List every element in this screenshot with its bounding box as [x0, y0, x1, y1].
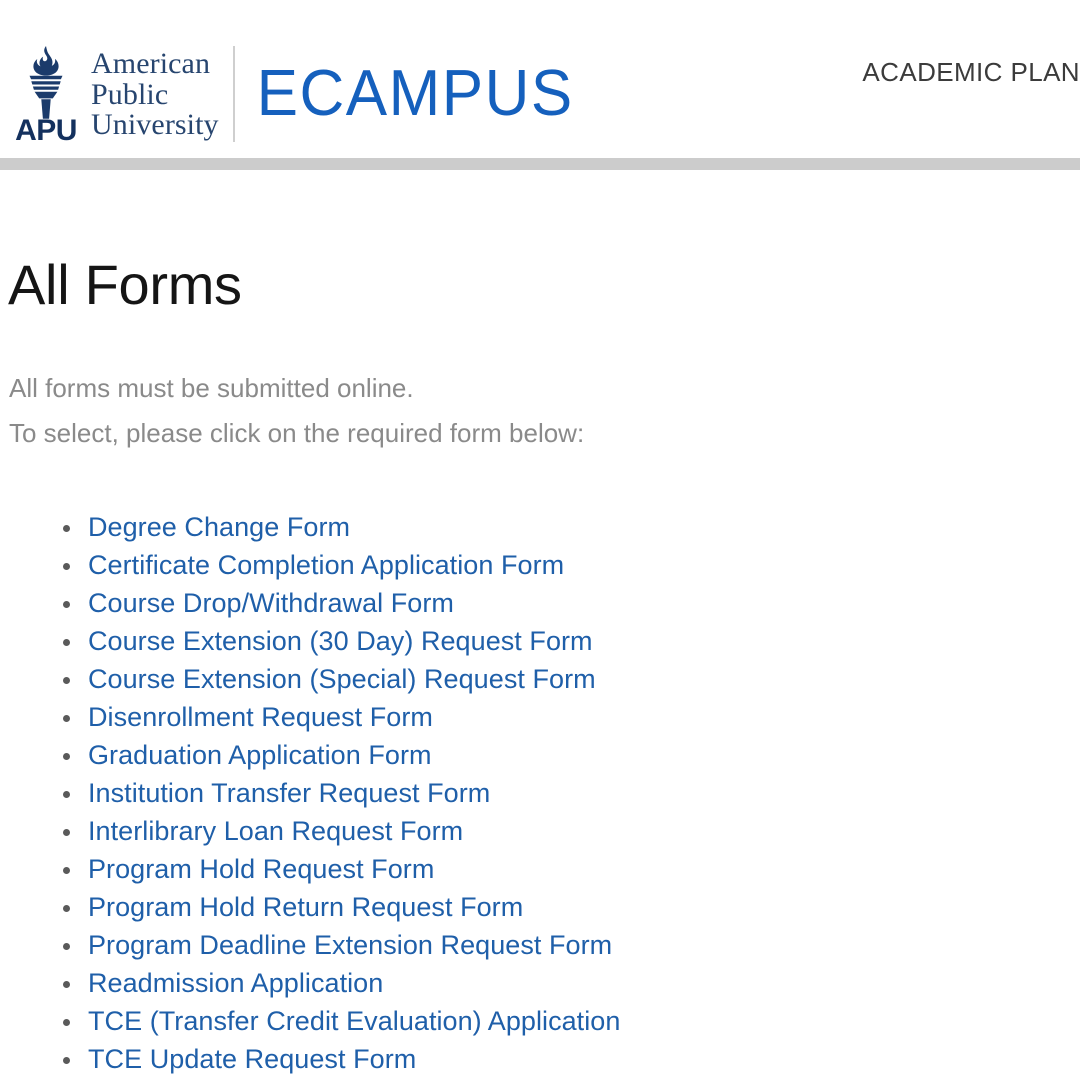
university-name: American Public University: [91, 47, 219, 142]
form-link[interactable]: Program Hold Request Form: [88, 854, 434, 884]
intro-line-1: All forms must be submitted online.: [9, 373, 414, 403]
university-name-line2: Public: [91, 77, 169, 111]
form-link[interactable]: Interlibrary Loan Request Form: [88, 816, 463, 846]
ecampus-wordmark[interactable]: ECAMPUS: [257, 61, 574, 126]
form-link[interactable]: Disenrollment Request Form: [88, 702, 433, 732]
torch-icon: [10, 44, 82, 120]
form-link[interactable]: Readmission Application: [88, 968, 383, 998]
form-link[interactable]: Program Hold Return Request Form: [88, 892, 523, 922]
site-header: APU American Public University ECAMPUS A…: [0, 0, 1080, 158]
list-item[interactable]: Program Hold Return Request Form: [62, 888, 620, 926]
list-item[interactable]: Program Deadline Extension Request Form: [62, 926, 620, 964]
list-item[interactable]: TCE Update Request Form: [62, 1040, 620, 1078]
list-item[interactable]: Certificate Completion Application Form: [62, 546, 620, 584]
form-link[interactable]: Course Drop/Withdrawal Form: [88, 588, 454, 618]
list-item[interactable]: TCE (Transfer Credit Evaluation) Applica…: [62, 1002, 620, 1040]
form-link[interactable]: Course Extension (Special) Request Form: [88, 664, 596, 694]
list-item[interactable]: Interlibrary Loan Request Form: [62, 812, 620, 850]
form-link[interactable]: Graduation Application Form: [88, 740, 432, 770]
brand-divider: [232, 46, 235, 142]
apu-logo[interactable]: APU: [10, 44, 82, 147]
page-title: All Forms: [8, 253, 242, 316]
list-item[interactable]: Readmission Application: [62, 964, 620, 1002]
academic-plan-label[interactable]: ACADEMIC PLAN: [862, 57, 1080, 88]
form-link[interactable]: TCE (Transfer Credit Evaluation) Applica…: [88, 1006, 620, 1036]
header-rule: [0, 158, 1080, 170]
form-link[interactable]: Program Deadline Extension Request Form: [88, 930, 612, 960]
form-link[interactable]: Institution Transfer Request Form: [88, 778, 490, 808]
list-item[interactable]: Degree Change Form: [62, 508, 620, 546]
form-link[interactable]: Course Extension (30 Day) Request Form: [88, 626, 593, 656]
list-item[interactable]: Course Extension (Special) Request Form: [62, 660, 620, 698]
form-link[interactable]: TCE Update Request Form: [88, 1044, 416, 1074]
list-item[interactable]: Disenrollment Request Form: [62, 698, 620, 736]
intro-line-2: To select, please click on the required …: [9, 418, 585, 448]
form-link[interactable]: Certificate Completion Application Form: [88, 550, 564, 580]
apu-wordmark: APU: [15, 114, 77, 147]
brand-lockup[interactable]: APU American Public University ECAMPUS: [10, 42, 574, 146]
page-root: APU American Public University ECAMPUS A…: [0, 0, 1080, 1080]
list-item[interactable]: Graduation Application Form: [62, 736, 620, 774]
forms-list: Degree Change Form Certificate Completio…: [0, 508, 620, 1078]
form-link[interactable]: Degree Change Form: [88, 512, 350, 542]
university-name-line1: American: [91, 46, 211, 80]
intro-text: All forms must be submitted online. To s…: [9, 366, 584, 456]
list-item[interactable]: Program Hold Request Form: [62, 850, 620, 888]
list-item[interactable]: Institution Transfer Request Form: [62, 774, 620, 812]
list-item[interactable]: Course Drop/Withdrawal Form: [62, 584, 620, 622]
university-name-line3: University: [91, 108, 219, 142]
list-item[interactable]: Course Extension (30 Day) Request Form: [62, 622, 620, 660]
